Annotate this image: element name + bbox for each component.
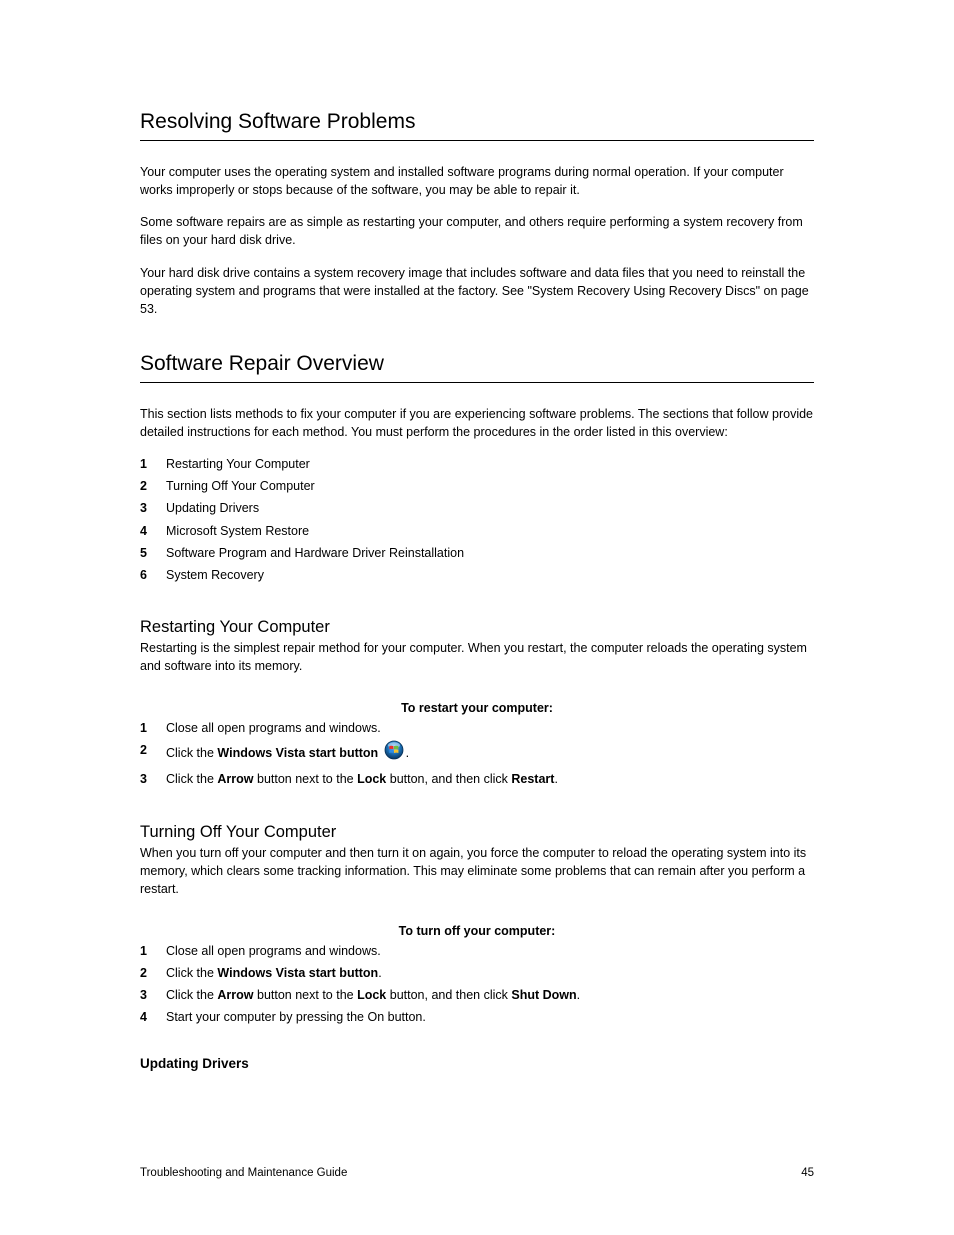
text: Click the [166,746,217,760]
text: button, and then click [386,772,511,786]
procedure-step: 1 Close all open programs and windows. [140,719,814,737]
paragraph: Some software repairs are as simple as r… [140,213,814,249]
step-number: 1 [140,942,166,960]
text: Click the [166,966,217,980]
step-number: 3 [140,986,166,1004]
text: . [378,966,381,980]
step-number: 1 [140,719,166,737]
step-number: 2 [140,477,166,495]
step-text: Turning Off Your Computer [166,477,814,495]
list-item: 5 Software Program and Hardware Driver R… [140,544,814,562]
subsection-heading-updating-drivers: Updating Drivers [140,1056,814,1071]
list-item: 4 Microsoft System Restore [140,522,814,540]
bold-text: Lock [357,988,386,1002]
step-number: 4 [140,522,166,540]
text: . [406,746,409,760]
bold-text: Arrow [217,988,253,1002]
step-text: Software Program and Hardware Driver Rei… [166,544,814,562]
procedure-step: 2 Click the Windows Vista start button. [140,964,814,982]
text: . [577,988,580,1002]
page-footer: Troubleshooting and Maintenance Guide 45 [140,1167,814,1179]
procedure-title: To turn off your computer: [140,924,814,938]
step-text: Restarting Your Computer [166,455,814,473]
list-item: 3 Updating Drivers [140,499,814,517]
step-number: 2 [140,741,166,766]
step-text: Click the Arrow button next to the Lock … [166,770,814,788]
step-text: Close all open programs and windows. [166,719,814,737]
list-item: 6 System Recovery [140,566,814,584]
step-text: Updating Drivers [166,499,814,517]
step-text: Close all open programs and windows. [166,942,814,960]
paragraph: When you turn off your computer and then… [140,844,814,898]
subsection-heading-turning-off: Turning Off Your Computer [140,823,814,842]
bold-text: Lock [357,772,386,786]
text: button, and then click [386,988,511,1002]
footer-doc-title: Troubleshooting and Maintenance Guide [140,1167,347,1179]
procedure-step: 1 Close all open programs and windows. [140,942,814,960]
section-heading-software-repair-overview: Software Repair Overview [140,352,814,376]
section-divider [140,140,814,141]
step-number: 5 [140,544,166,562]
bold-text: Restart [511,772,554,786]
list-item: 2 Turning Off Your Computer [140,477,814,495]
procedure-restart: To restart your computer: 1 Close all op… [140,701,814,788]
bold-text: Windows Vista start button [217,966,378,980]
procedure-turnoff: To turn off your computer: 1 Close all o… [140,924,814,1027]
step-text: Click the Windows Vista start button [166,741,814,766]
list-item: 1 Restarting Your Computer [140,455,814,473]
procedure-step: 3 Click the Arrow button next to the Loc… [140,986,814,1004]
step-text: Start your computer by pressing the On b… [166,1008,814,1026]
step-text: Microsoft System Restore [166,522,814,540]
paragraph: This section lists methods to fix your c… [140,405,814,441]
step-text: Click the Windows Vista start button. [166,964,814,982]
bold-text: Arrow [217,772,253,786]
subsection-heading-restarting: Restarting Your Computer [140,618,814,637]
step-number: 4 [140,1008,166,1026]
procedure-step: 2 Click the Windows Vista start button [140,741,814,766]
text: Click the [166,772,217,786]
step-number: 2 [140,964,166,982]
text: button next to the [254,988,358,1002]
step-text: Click the Arrow button next to the Lock … [166,986,814,1004]
text: button next to the [254,772,358,786]
procedure-step: 4 Start your computer by pressing the On… [140,1008,814,1026]
step-text: System Recovery [166,566,814,584]
section-heading-resolving-software: Resolving Software Problems [140,110,814,134]
bold-text: Shut Down [511,988,576,1002]
paragraph: Your hard disk drive contains a system r… [140,264,814,318]
text: . [154,302,157,316]
overview-step-list: 1 Restarting Your Computer 2 Turning Off… [140,455,814,584]
procedure-step: 3 Click the Arrow button next to the Loc… [140,770,814,788]
step-number: 1 [140,455,166,473]
bold-text: Windows Vista start button [217,746,378,760]
procedure-title: To restart your computer: [140,701,814,715]
paragraph: Your computer uses the operating system … [140,163,814,199]
footer-page-number: 45 [801,1167,814,1179]
paragraph: Restarting is the simplest repair method… [140,639,814,675]
section-divider [140,382,814,383]
text: . [554,772,557,786]
text: Click the [166,988,217,1002]
step-number: 6 [140,566,166,584]
step-number: 3 [140,499,166,517]
step-number: 3 [140,770,166,788]
windows-start-orb-icon [384,740,404,765]
